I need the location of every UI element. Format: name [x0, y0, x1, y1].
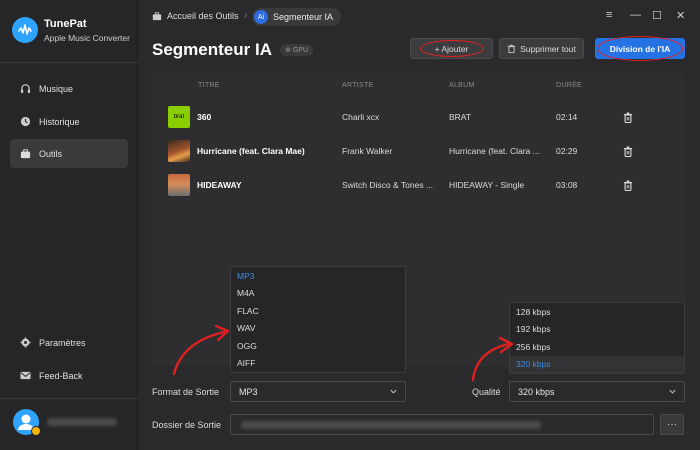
sidebar-item-feedback[interactable]: Feed-Back [10, 361, 128, 390]
gpu-badge: ⊕ GPU [280, 44, 314, 56]
trash-icon[interactable] [623, 146, 633, 157]
sidebar-item-musique[interactable]: Musique [10, 74, 128, 103]
track-album: HIDEAWAY - Single [449, 180, 525, 190]
brand-subtitle: Apple Music Converter [44, 33, 130, 43]
track-title: 360 [197, 112, 212, 122]
quality-dropdown-list: 128 kbps 192 kbps 256 kbps 320 kbps [509, 302, 685, 374]
output-folder-label: Dossier de Sortie [152, 420, 222, 430]
column-header-album: ALBUM [449, 82, 475, 89]
track-album: Hurricane (feat. Clara ... [449, 146, 540, 156]
tunepat-logo [12, 17, 38, 43]
sidebar-item-historique[interactable]: Historique [10, 107, 128, 136]
track-duration: 02:14 [556, 112, 578, 122]
gear-icon [20, 337, 31, 348]
trash-icon[interactable] [623, 180, 633, 191]
output-folder-field[interactable] [230, 414, 654, 435]
ai-icon: Ai [254, 10, 268, 24]
sidebar-item-label: Feed-Back [39, 370, 83, 381]
format-dropdown-list: MP3 M4A FLAC WAV OGG AIFF [230, 266, 406, 373]
music-wave-icon [18, 24, 32, 35]
avatar[interactable] [13, 409, 41, 436]
sidebar-item-parametres[interactable]: Paramètres [10, 328, 128, 357]
clock-icon [20, 116, 31, 127]
column-header-duration: DURÉE [556, 82, 583, 89]
track-title: HIDEAWAY [197, 180, 242, 190]
track-title: Hurricane (feat. Clara Mae) [197, 146, 305, 156]
track-artist: Switch Disco & Tones ... [342, 180, 434, 190]
premium-badge-icon [31, 426, 41, 436]
track-duration: 03:08 [556, 180, 578, 190]
format-option-mp3[interactable]: MP3 [231, 267, 405, 285]
breadcrumb-separator: › [244, 10, 248, 21]
page-title: Segmenteur IA [152, 40, 272, 59]
browse-folder-button[interactable]: ··· [660, 414, 684, 435]
breadcrumb-current: Ai Segmenteur IA [252, 8, 342, 26]
sidebar-divider [0, 62, 138, 63]
track-artist: Frank Walker [342, 146, 393, 156]
column-header-title: TITRE [198, 82, 220, 89]
quality-label: Qualité [472, 387, 501, 397]
breadcrumb-home[interactable]: Accueil des Outils [152, 11, 239, 21]
maximize-icon[interactable]: ☐ [652, 9, 662, 22]
quality-option-192[interactable]: 192 kbps [510, 321, 684, 339]
trash-icon [507, 44, 516, 53]
trash-icon[interactable] [623, 112, 633, 123]
sidebar-divider [0, 398, 138, 399]
breadcrumb-home-label: Accueil des Outils [167, 11, 239, 21]
track-album: BRAT [449, 112, 472, 122]
sidebar-item-label: Musique [39, 83, 74, 94]
user-name-blurred [47, 418, 117, 426]
quality-option-128[interactable]: 128 kbps [510, 303, 684, 321]
format-select-value: MP3 [239, 386, 258, 397]
close-icon[interactable]: ✕ [676, 9, 685, 22]
format-option-m4a[interactable]: M4A [231, 285, 405, 303]
output-folder-path-blurred [241, 421, 541, 429]
format-option-wav[interactable]: WAV [231, 320, 405, 338]
sidebar-item-label: Historique [39, 116, 80, 127]
red-highlight-ellipse [597, 36, 683, 61]
delete-all-button[interactable]: Supprimer tout [499, 38, 584, 59]
breadcrumb-current-label: Segmenteur IA [273, 12, 334, 22]
sidebar-item-label: Outils [39, 148, 63, 159]
quality-select[interactable]: 320 kbps [509, 381, 685, 402]
brand-name: TunePat [44, 18, 87, 30]
album-art [168, 174, 190, 196]
headphones-icon [20, 83, 31, 94]
chevron-down-icon [669, 389, 676, 394]
sidebar-item-label: Paramètres [39, 337, 86, 348]
toolbox-icon [20, 148, 31, 159]
toolbox-icon [152, 12, 162, 21]
quality-option-320[interactable]: 320 kbps [510, 355, 684, 373]
track-artist: Charli xcx [342, 112, 380, 122]
red-arrow-annotation [471, 336, 514, 382]
quality-select-value: 320 kbps [518, 386, 555, 397]
sidebar-item-outils[interactable]: Outils [10, 139, 128, 168]
column-header-artist: ARTISTE [342, 82, 374, 89]
mail-icon [20, 370, 31, 381]
delete-all-label: Supprimer tout [520, 43, 576, 54]
format-option-ogg[interactable]: OGG [231, 337, 405, 355]
minimize-icon[interactable]: — [630, 9, 641, 21]
album-art [168, 140, 190, 162]
format-option-aiff[interactable]: AIFF [231, 355, 405, 373]
format-option-flac[interactable]: FLAC [231, 302, 405, 320]
format-label: Format de Sortie [152, 387, 220, 397]
red-arrow-annotation [172, 324, 230, 376]
quality-option-256[interactable]: 256 kbps [510, 338, 684, 356]
gpu-badge-label: GPU [292, 46, 309, 54]
chevron-down-icon [390, 389, 397, 394]
sidebar: TunePat Apple Music Converter Musique Hi… [0, 0, 138, 450]
album-art-label: brat [173, 114, 185, 120]
menu-icon[interactable]: ≡ [606, 9, 612, 21]
album-art: brat [168, 106, 190, 128]
track-duration: 02:29 [556, 146, 578, 156]
format-select[interactable]: MP3 [230, 381, 406, 402]
red-highlight-ellipse [420, 40, 484, 57]
